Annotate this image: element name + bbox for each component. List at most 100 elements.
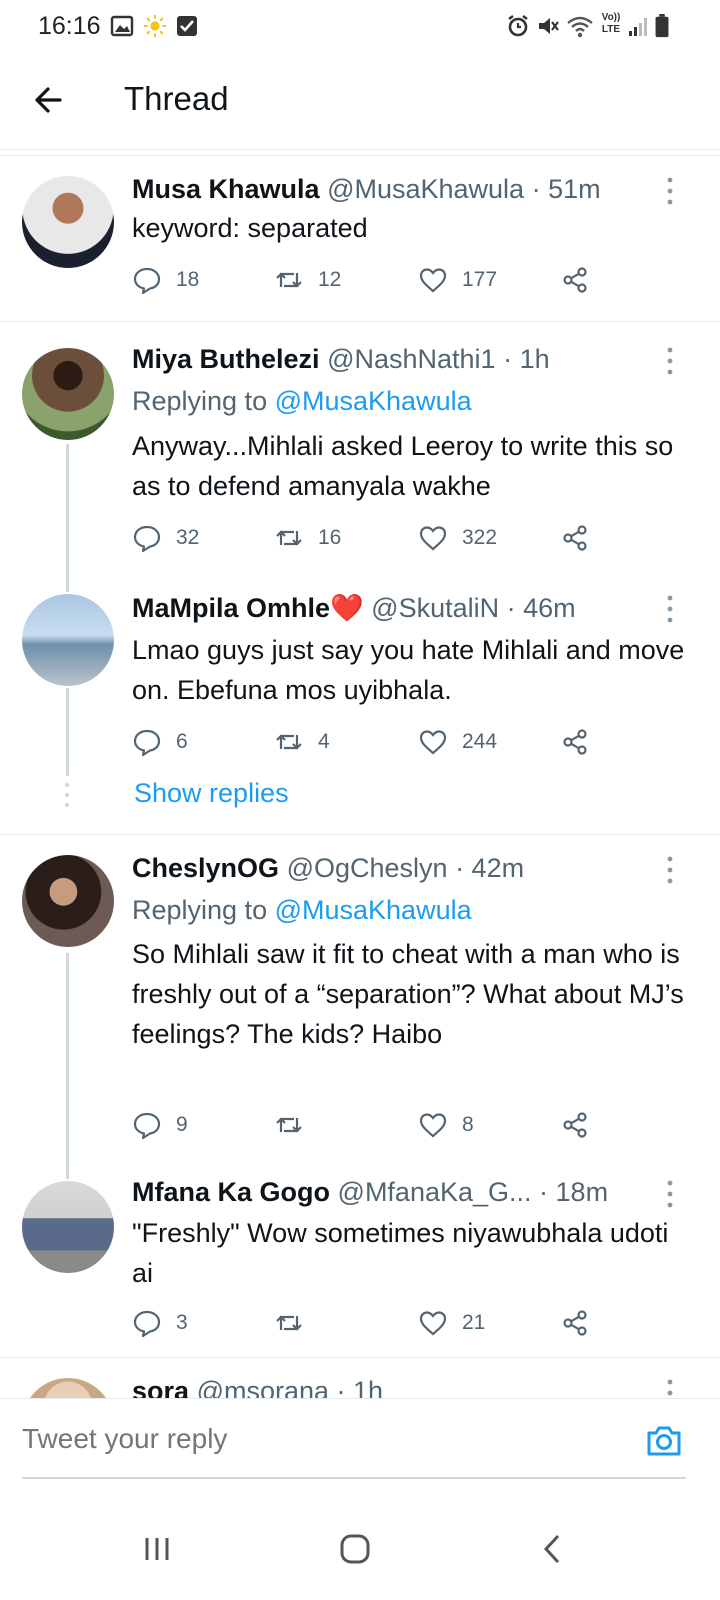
like-button[interactable]: 177 bbox=[418, 262, 497, 298]
retweet-button[interactable] bbox=[274, 1305, 318, 1341]
reply-button[interactable]: 3 bbox=[132, 1305, 188, 1341]
reply-input[interactable] bbox=[22, 1423, 582, 1455]
more-vertical-icon[interactable] bbox=[660, 853, 680, 887]
share-button[interactable] bbox=[560, 724, 590, 760]
author-name[interactable]: Miya Buthelezi bbox=[132, 344, 320, 374]
reply-tweet[interactable]: Miya Buthelezi @NashNathi1 · 1h Replying… bbox=[0, 322, 720, 570]
author-name[interactable]: MaMpila Omhle bbox=[132, 593, 330, 623]
reply-button[interactable]: 9 bbox=[132, 1107, 188, 1143]
tweet-actions: 3 21 bbox=[132, 1305, 602, 1341]
author-handle[interactable]: @MfanaKa_G... bbox=[338, 1177, 532, 1207]
back-arrow-icon[interactable] bbox=[28, 78, 72, 122]
mention-link[interactable]: @MusaKhawula bbox=[275, 386, 472, 416]
retweet-icon bbox=[276, 1117, 302, 1133]
reply-icon bbox=[133, 1310, 161, 1338]
show-replies-link[interactable]: Show replies bbox=[134, 778, 289, 809]
avatar[interactable] bbox=[22, 348, 114, 440]
retweet-button[interactable]: 12 bbox=[274, 262, 341, 298]
share-button[interactable] bbox=[560, 520, 590, 556]
share-button[interactable] bbox=[560, 1305, 590, 1341]
like-button[interactable]: 21 bbox=[418, 1305, 485, 1341]
reply-icon bbox=[133, 267, 161, 295]
author-handle[interactable]: @msorana bbox=[197, 1376, 329, 1398]
thread-line bbox=[66, 953, 69, 1163]
reply-button[interactable]: 32 bbox=[132, 520, 199, 556]
reply-count: 32 bbox=[176, 526, 200, 549]
share-icon bbox=[563, 1310, 587, 1336]
reply-composer bbox=[0, 1398, 720, 1502]
more-vertical-icon[interactable] bbox=[660, 344, 680, 378]
retweet-icon bbox=[276, 734, 302, 750]
reply-count: 9 bbox=[176, 1113, 188, 1136]
replying-prefix: Replying to bbox=[132, 386, 275, 416]
share-button[interactable] bbox=[560, 1107, 590, 1143]
thread-line bbox=[66, 1163, 69, 1179]
tweet-time: · 18m bbox=[539, 1177, 609, 1207]
share-button[interactable] bbox=[560, 262, 590, 298]
avatar[interactable] bbox=[22, 1378, 114, 1398]
recent-apps-icon[interactable] bbox=[132, 1524, 182, 1574]
avatar[interactable] bbox=[22, 594, 114, 686]
thread-line bbox=[66, 570, 69, 592]
nested-reply-tweet[interactable]: MaMpila Omhle❤️ @SkutaliN · 46m Lmao guy… bbox=[0, 570, 720, 832]
retweet-button[interactable]: 16 bbox=[274, 520, 341, 556]
gallery-icon bbox=[110, 15, 134, 37]
like-button[interactable]: 8 bbox=[418, 1107, 474, 1143]
checkbox-icon bbox=[177, 16, 197, 36]
author-name[interactable]: Musa Khawula bbox=[132, 174, 320, 204]
avatar[interactable] bbox=[22, 855, 114, 947]
author-handle[interactable]: @SkutaliN bbox=[371, 593, 499, 623]
author-handle[interactable]: @NashNathi1 bbox=[327, 344, 496, 374]
thread-line bbox=[66, 688, 69, 776]
thread-line bbox=[66, 444, 69, 570]
reply-tweet[interactable]: CheslynOG @OgCheslyn · 42m Replying to @… bbox=[0, 835, 720, 1163]
reply-icon bbox=[133, 525, 161, 553]
battery-icon bbox=[655, 14, 669, 38]
author-name[interactable]: CheslynOG bbox=[132, 853, 279, 883]
retweet-count: 4 bbox=[318, 730, 330, 753]
nested-reply-tweet[interactable]: Mfana Ka Gogo @MfanaKa_G... · 18m "Fresh… bbox=[0, 1163, 720, 1357]
tweet-header: Mfana Ka Gogo @MfanaKa_G... · 18m bbox=[132, 1177, 660, 1208]
home-icon[interactable] bbox=[330, 1524, 380, 1574]
mention-link[interactable]: @MusaKhawula bbox=[275, 895, 472, 925]
share-icon bbox=[563, 525, 587, 551]
signal-icon bbox=[629, 18, 647, 36]
reply-icon bbox=[133, 1112, 161, 1140]
page-title: Thread bbox=[124, 80, 229, 117]
tweet-text: So Mihlali saw it fit to cheat with a ma… bbox=[132, 939, 684, 1049]
like-count: 177 bbox=[462, 268, 498, 291]
author-handle[interactable]: @OgCheslyn bbox=[287, 853, 448, 883]
retweet-button[interactable]: 4 bbox=[274, 724, 330, 760]
retweet-button[interactable] bbox=[274, 1107, 318, 1143]
tweet-header: Musa Khawula @MusaKhawula · 51m bbox=[132, 174, 660, 205]
mute-icon bbox=[539, 18, 559, 34]
author-name[interactable]: sora bbox=[132, 1376, 189, 1398]
avatar[interactable] bbox=[22, 1181, 114, 1273]
share-icon bbox=[563, 729, 587, 755]
tweet-time: · 42m bbox=[455, 853, 525, 883]
camera-icon[interactable] bbox=[644, 1421, 684, 1461]
author-handle[interactable]: @MusaKhawula bbox=[327, 174, 524, 204]
like-button[interactable]: 244 bbox=[418, 724, 497, 760]
like-count: 244 bbox=[462, 730, 498, 753]
more-vertical-icon[interactable] bbox=[660, 174, 680, 208]
author-name[interactable]: Mfana Ka Gogo bbox=[132, 1177, 330, 1207]
reply-button[interactable]: 6 bbox=[132, 724, 188, 760]
more-vertical-icon[interactable] bbox=[660, 1177, 680, 1211]
retweet-count: 12 bbox=[318, 268, 342, 291]
heart-icon bbox=[419, 526, 447, 551]
tweet-main[interactable]: Musa Khawula @MusaKhawula · 51m keyword:… bbox=[0, 156, 720, 322]
reply-count: 3 bbox=[176, 1311, 188, 1334]
retweet-icon bbox=[276, 272, 302, 288]
retweet-icon bbox=[276, 530, 302, 546]
wifi-icon bbox=[567, 16, 593, 38]
reply-tweet[interactable]: sora @msorana · 1h bbox=[0, 1358, 720, 1398]
avatar[interactable] bbox=[22, 176, 114, 268]
reply-button[interactable]: 18 bbox=[132, 262, 199, 298]
like-button[interactable]: 322 bbox=[418, 520, 497, 556]
more-vertical-icon[interactable] bbox=[660, 1376, 680, 1398]
like-count: 21 bbox=[462, 1311, 486, 1334]
more-vertical-icon[interactable] bbox=[660, 592, 680, 626]
thread-dots bbox=[64, 782, 70, 808]
back-nav-icon[interactable] bbox=[528, 1524, 578, 1574]
